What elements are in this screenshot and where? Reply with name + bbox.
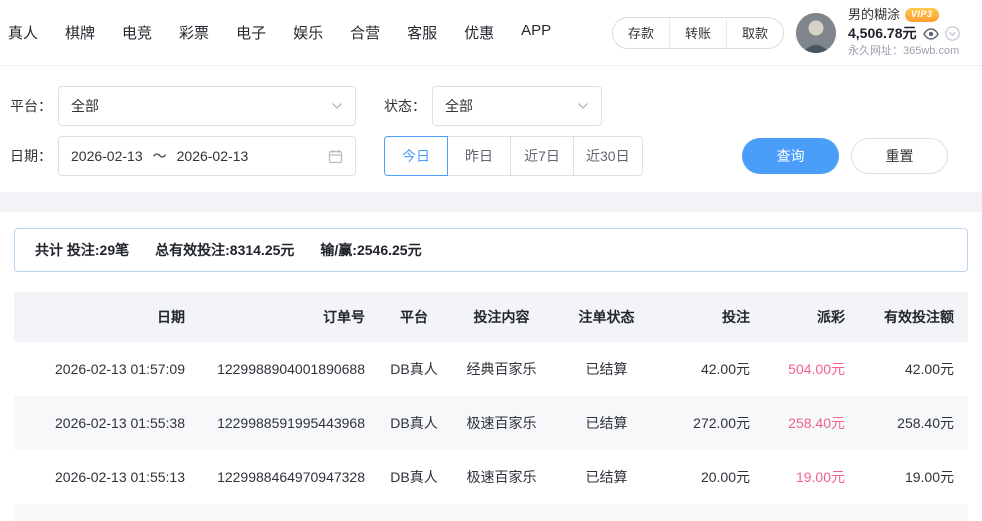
col-header-valid-bet: 有效投注额	[859, 307, 968, 327]
cell-status: 已结算	[554, 467, 659, 487]
quick-range-today[interactable]: 今日	[384, 136, 448, 176]
nav-item-cards[interactable]: 棋牌	[65, 22, 95, 43]
col-header-content: 投注内容	[449, 307, 554, 327]
cell-date: 2026-02-13 01:55:38	[14, 415, 199, 431]
col-header-payout: 派彩	[764, 307, 859, 327]
nav-item-slots[interactable]: 电子	[236, 22, 266, 43]
nav-item-affiliate[interactable]: 合营	[350, 22, 380, 43]
summary-valid-bets: 总有效投注:8314.25元	[155, 240, 294, 260]
nav-item-entertainment[interactable]: 娱乐	[293, 22, 323, 43]
nav-item-promos[interactable]: 优惠	[464, 22, 494, 43]
cell-bet: 42.00元	[659, 359, 764, 379]
quick-range-7days[interactable]: 近7日	[510, 136, 574, 176]
nav-item-app[interactable]: APP	[521, 22, 551, 43]
filter-panel: 平台： 全部 状态： 全部 日期： 2026-02-13 ～ 2026-02-1…	[0, 66, 982, 192]
cell-status: 已结算	[554, 413, 659, 433]
cell-order-id: 1229988591995443968	[199, 415, 379, 431]
filter-row-date: 日期： 2026-02-13 ～ 2026-02-13 今日 昨日 近7日 近3…	[10, 136, 948, 176]
date-range-picker[interactable]: 2026-02-13 ～ 2026-02-13	[58, 136, 356, 176]
cell-bet: 20.00元	[659, 467, 764, 487]
cell-content: 极速百家乐	[449, 413, 554, 433]
summary-bar: 共计 投注:29笔 总有效投注:8314.25元 输/赢:2546.25元	[14, 228, 968, 272]
bet-records-table: 日期 订单号 平台 投注内容 注单状态 投注 派彩 有效投注额 2026-02-…	[14, 292, 968, 521]
cell-payout: 258.40元	[764, 413, 859, 433]
top-header: 真人 棋牌 电竞 彩票 电子 娱乐 合营 客服 优惠 APP 存款 转账 取款 …	[0, 0, 982, 66]
nav-item-live[interactable]: 真人	[8, 22, 38, 43]
col-header-bet: 投注	[659, 307, 764, 327]
table-row-partial	[14, 504, 968, 521]
chevron-down-circle-icon[interactable]	[945, 26, 960, 41]
status-select[interactable]: 全部	[432, 86, 602, 126]
section-divider	[0, 192, 982, 212]
cell-content: 极速百家乐	[449, 467, 554, 487]
calendar-icon	[328, 149, 343, 164]
cell-platform: DB真人	[379, 467, 449, 487]
date-end-value: 2026-02-13	[177, 148, 249, 164]
cell-date: 2026-02-13 01:55:13	[14, 469, 199, 485]
cell-payout: 504.00元	[764, 359, 859, 379]
table-row: 2026-02-13 01:55:13 1229988464970947328 …	[14, 450, 968, 504]
cell-date: 2026-02-13 01:57:09	[14, 361, 199, 377]
quick-range-yesterday[interactable]: 昨日	[447, 136, 511, 176]
nav-item-lottery[interactable]: 彩票	[179, 22, 209, 43]
cell-valid-bet: 42.00元	[859, 359, 968, 379]
col-header-date: 日期	[14, 307, 199, 327]
table-header-row: 日期 订单号 平台 投注内容 注单状态 投注 派彩 有效投注额	[14, 292, 968, 342]
header-right: 存款 转账 取款 男的糊涂 VIP3 4,506.78元	[612, 7, 982, 59]
chevron-down-icon	[577, 102, 589, 110]
cell-platform: DB真人	[379, 413, 449, 433]
cell-valid-bet: 258.40元	[859, 413, 968, 433]
filter-row-selects: 平台： 全部 状态： 全部	[10, 86, 948, 126]
permanent-url: 永久网址：365wb.com	[848, 45, 982, 59]
quick-range-group: 今日 昨日 近7日 近30日	[384, 136, 643, 176]
nav-item-esports[interactable]: 电竞	[122, 22, 152, 43]
cell-order-id: 1229988904001890688	[199, 361, 379, 377]
balance-amount: 4,506.78元	[848, 25, 917, 43]
table-row: 2026-02-13 01:57:09 1229988904001890688 …	[14, 342, 968, 396]
avatar[interactable]	[796, 13, 836, 53]
cell-payout: 19.00元	[764, 467, 859, 487]
cell-platform: DB真人	[379, 359, 449, 379]
wallet-actions: 存款 转账 取款	[612, 17, 784, 49]
withdraw-button[interactable]: 取款	[726, 18, 783, 48]
platform-select-value: 全部	[71, 96, 99, 116]
vip-badge: VIP3	[905, 8, 939, 21]
cell-valid-bet: 19.00元	[859, 467, 968, 487]
date-start-value: 2026-02-13	[71, 148, 143, 164]
transfer-button[interactable]: 转账	[669, 18, 726, 48]
deposit-button[interactable]: 存款	[613, 18, 669, 48]
records-panel: 共计 投注:29笔 总有效投注:8314.25元 输/赢:2546.25元 日期…	[0, 212, 982, 521]
status-label: 状态：	[384, 96, 426, 116]
cell-content: 经典百家乐	[449, 359, 554, 379]
filter-actions: 查询 重置	[742, 138, 948, 174]
quick-range-30days[interactable]: 近30日	[573, 136, 643, 176]
col-header-order-id: 订单号	[199, 307, 379, 327]
cell-order-id: 1229988464970947328	[199, 469, 379, 485]
eye-icon[interactable]	[923, 28, 939, 40]
platform-select[interactable]: 全部	[58, 86, 356, 126]
nav-item-support[interactable]: 客服	[407, 22, 437, 43]
reset-button[interactable]: 重置	[851, 138, 948, 174]
col-header-platform: 平台	[379, 307, 449, 327]
summary-total-bets: 共计 投注:29笔	[35, 240, 129, 260]
username: 男的糊涂	[848, 7, 900, 23]
search-button[interactable]: 查询	[742, 138, 839, 174]
user-info: 男的糊涂 VIP3 4,506.78元 永久网址：	[848, 7, 982, 59]
chevron-down-icon	[331, 102, 343, 110]
platform-label: 平台：	[10, 96, 52, 116]
cell-status: 已结算	[554, 359, 659, 379]
status-select-value: 全部	[445, 96, 473, 116]
summary-win-loss: 输/赢:2546.25元	[320, 240, 421, 260]
date-label: 日期：	[10, 146, 52, 166]
date-separator: ～	[153, 146, 167, 166]
main-nav: 真人 棋牌 电竞 彩票 电子 娱乐 合营 客服 优惠 APP	[8, 22, 551, 43]
cell-bet: 272.00元	[659, 413, 764, 433]
table-row: 2026-02-13 01:55:38 1229988591995443968 …	[14, 396, 968, 450]
col-header-status: 注单状态	[554, 307, 659, 327]
